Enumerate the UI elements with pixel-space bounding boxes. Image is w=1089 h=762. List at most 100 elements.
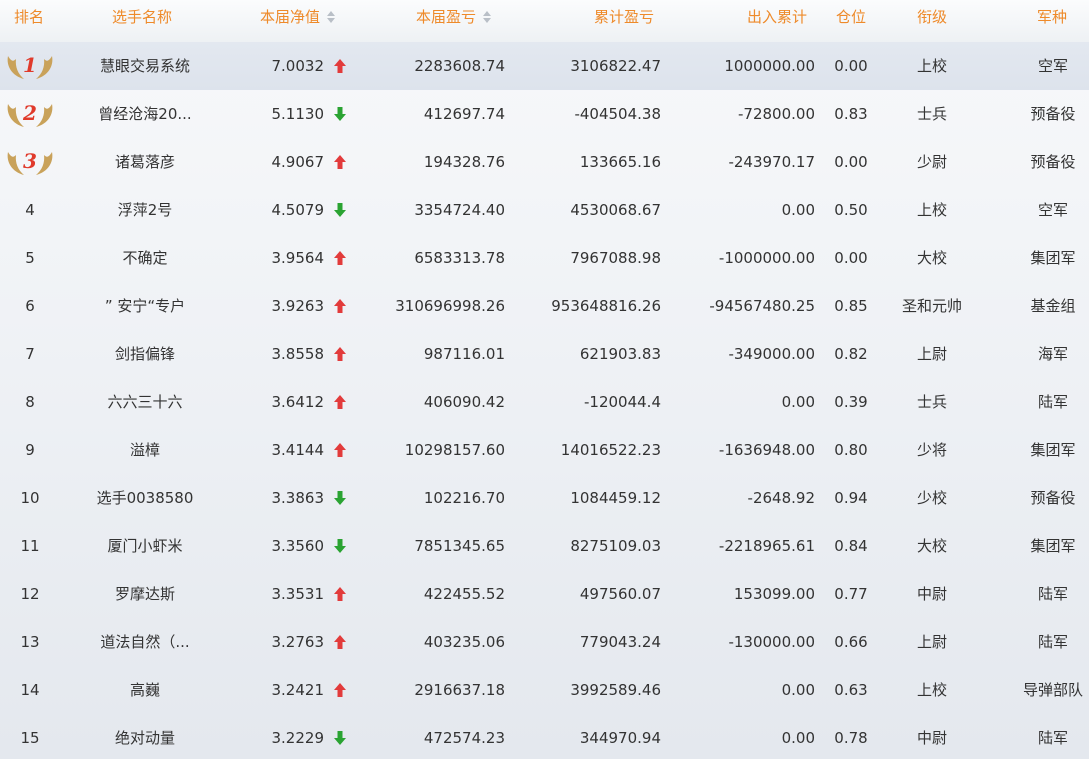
right-wing xyxy=(36,152,53,175)
table-row[interactable]: 15 绝对动量 3.2229 472574.23 344970.94 0.00 … xyxy=(0,714,1089,762)
position-ratio: 0.00 xyxy=(834,249,868,267)
rank-title: 上尉 xyxy=(916,633,947,651)
cumulative-pnl: 1084459.12 xyxy=(570,489,661,507)
military-branch: 空军 xyxy=(1037,201,1068,219)
position-ratio: 0.00 xyxy=(834,153,868,171)
nav-value: 3.2763 xyxy=(271,633,325,651)
table-row[interactable]: 6 ” 安宁“专户 3.9263 310696998.26 953648816.… xyxy=(0,282,1089,330)
player-name[interactable]: 曾经沧海20... xyxy=(60,90,230,138)
medal-rank-number: 3 xyxy=(23,149,37,173)
nav-value: 3.9564 xyxy=(271,249,325,267)
rank-title: 上尉 xyxy=(916,345,947,363)
table-row[interactable]: 7 剑指偏锋 3.8558 987116.01 621903.83 -34900… xyxy=(0,330,1089,378)
player-name[interactable]: 诸葛落彦 xyxy=(60,138,230,186)
position-ratio: 0.83 xyxy=(834,105,868,123)
table-row[interactable]: 1 慧眼交易系统 7.0032 2283608.74 3106822.47 10… xyxy=(0,42,1089,90)
cumulative-pnl: 344970.94 xyxy=(579,729,661,747)
player-name[interactable]: 慧眼交易系统 xyxy=(60,42,230,90)
military-branch: 陆军 xyxy=(1037,393,1068,411)
sort-icon[interactable] xyxy=(482,10,492,24)
cumulative-pnl: 7967088.98 xyxy=(570,249,661,267)
player-name[interactable]: 溢樟 xyxy=(60,426,230,474)
arrow-up-icon xyxy=(334,683,346,697)
current-pnl: 406090.42 xyxy=(423,393,505,411)
ranking-board: 排名 选手名称 本届净值 本届盈亏 累计盈亏 出入累计 仓位 衔级 军种 1 慧… xyxy=(0,0,1089,759)
nav-value: 3.4144 xyxy=(271,441,325,459)
arrow-down-icon xyxy=(334,491,346,505)
cumulative-pnl: 8275109.03 xyxy=(570,537,661,555)
position-ratio: 0.00 xyxy=(834,57,868,75)
table-row[interactable]: 13 道法自然（... 3.2763 403235.06 779043.24 -… xyxy=(0,618,1089,666)
table-row[interactable]: 3 诸葛落彦 4.9067 194328.76 133665.16 -24397… xyxy=(0,138,1089,186)
rank-number: 7 xyxy=(25,345,35,363)
arrow-up-icon xyxy=(334,635,346,649)
right-wing xyxy=(36,56,53,79)
player-name[interactable]: 厦门小虾米 xyxy=(60,522,230,570)
table-row[interactable]: 8 六六三十六 3.6412 406090.42 -120044.4 0.00 … xyxy=(0,378,1089,426)
table-row[interactable]: 14 高巍 3.2421 2916637.18 3992589.46 0.00 … xyxy=(0,666,1089,714)
military-branch: 集团军 xyxy=(1030,249,1076,267)
sort-icon[interactable] xyxy=(326,10,336,24)
medal-wings-icon: 2 xyxy=(7,101,53,127)
medal-rank-number: 1 xyxy=(23,53,37,77)
nav-value: 4.5079 xyxy=(271,201,325,219)
position-ratio: 0.66 xyxy=(834,633,868,651)
header-name: 选手名称 xyxy=(112,8,173,26)
arrow-up-icon xyxy=(334,155,346,169)
table-row[interactable]: 2 曾经沧海20... 5.1130 412697.74 -404504.38 … xyxy=(0,90,1089,138)
table-row[interactable]: 9 溢樟 3.4144 10298157.60 14016522.23 -163… xyxy=(0,426,1089,474)
arrow-up-icon xyxy=(334,59,346,73)
nav-value: 3.6412 xyxy=(271,393,325,411)
rank-cell: 3 xyxy=(0,138,60,186)
header-pnl-label: 本届盈亏 xyxy=(416,8,477,26)
rank-number: 14 xyxy=(20,681,40,699)
inout-total: -1000000.00 xyxy=(718,249,815,267)
rank-cell: 1 xyxy=(0,42,60,90)
inout-total: 0.00 xyxy=(781,681,815,699)
player-name[interactable]: 六六三十六 xyxy=(60,378,230,426)
ranking-rows: 1 慧眼交易系统 7.0032 2283608.74 3106822.47 10… xyxy=(0,42,1089,762)
player-name[interactable]: 浮萍2号 xyxy=(60,186,230,234)
cumulative-pnl: 3106822.47 xyxy=(570,57,661,75)
table-row[interactable]: 4 浮萍2号 4.5079 3354724.40 4530068.67 0.00… xyxy=(0,186,1089,234)
current-pnl: 2283608.74 xyxy=(414,57,505,75)
player-name[interactable]: ” 安宁“专户 xyxy=(60,282,230,330)
player-name[interactable]: 罗摩达斯 xyxy=(60,570,230,618)
left-wing xyxy=(7,104,25,127)
rank-title: 中尉 xyxy=(916,585,947,603)
rank-number: 11 xyxy=(20,537,40,555)
header-pnl[interactable]: 本届盈亏 xyxy=(416,0,492,34)
medal-wings-icon: 3 xyxy=(7,149,53,175)
table-row[interactable]: 12 罗摩达斯 3.3531 422455.52 497560.07 15309… xyxy=(0,570,1089,618)
rank-number: 13 xyxy=(20,633,40,651)
arrow-up-icon xyxy=(334,587,346,601)
player-name[interactable]: 绝对动量 xyxy=(60,714,230,762)
player-name[interactable]: 高巍 xyxy=(60,666,230,714)
table-row[interactable]: 5 不确定 3.9564 6583313.78 7967088.98 -1000… xyxy=(0,234,1089,282)
current-pnl: 472574.23 xyxy=(423,729,505,747)
rank-title: 上校 xyxy=(916,57,947,75)
header-nav[interactable]: 本届净值 xyxy=(260,0,336,34)
arrow-down-icon xyxy=(334,539,346,553)
military-branch: 集团军 xyxy=(1030,441,1076,459)
military-branch: 基金组 xyxy=(1030,297,1076,315)
position-ratio: 0.39 xyxy=(834,393,868,411)
rank-cell: 7 xyxy=(0,330,60,378)
nav-value: 3.3531 xyxy=(271,585,325,603)
table-row[interactable]: 11 厦门小虾米 3.3560 7851345.65 8275109.03 -2… xyxy=(0,522,1089,570)
cumulative-pnl: 497560.07 xyxy=(579,585,661,603)
rank-cell: 5 xyxy=(0,234,60,282)
header-position: 仓位 xyxy=(836,8,867,26)
rank-title: 圣和元帅 xyxy=(901,297,962,315)
player-name[interactable]: 不确定 xyxy=(60,234,230,282)
nav-value: 5.1130 xyxy=(271,105,325,123)
rank-number: 15 xyxy=(20,729,40,747)
table-row[interactable]: 10 选手0038580 3.3863 102216.70 1084459.12… xyxy=(0,474,1089,522)
player-name[interactable]: 道法自然（... xyxy=(60,618,230,666)
player-name[interactable]: 选手0038580 xyxy=(60,474,230,522)
medal-wings-icon: 1 xyxy=(7,53,53,79)
rank-number: 5 xyxy=(25,249,35,267)
player-name[interactable]: 剑指偏锋 xyxy=(60,330,230,378)
rank-title: 士兵 xyxy=(916,393,947,411)
inout-total: 0.00 xyxy=(781,201,815,219)
